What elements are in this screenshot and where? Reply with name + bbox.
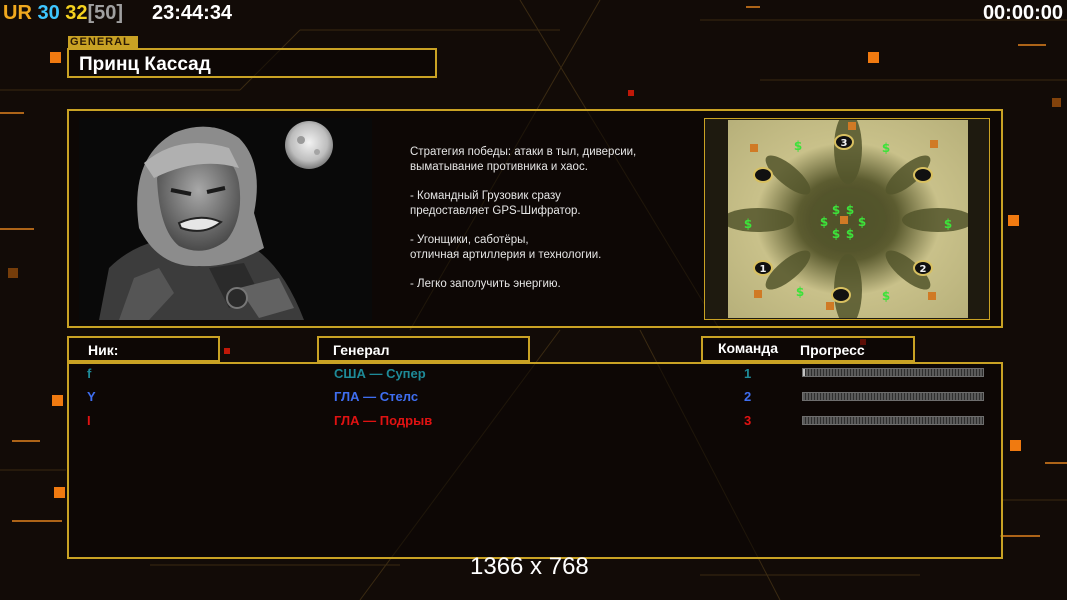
match-timer: 00:00:00	[982, 2, 1063, 24]
svg-text:$: $	[944, 217, 952, 231]
progress-bar	[802, 416, 984, 425]
svg-text:$: $	[882, 141, 890, 155]
player-general: США — Супер	[334, 366, 426, 381]
general-name: Принц Кассад	[79, 54, 211, 75]
nick-header: Ник:	[88, 342, 119, 358]
player-nick: Y	[87, 389, 96, 404]
description-line: - Командный Грузовик сразу предоставляет…	[410, 190, 581, 217]
progress-bar	[802, 368, 984, 377]
nick-header-box: Ник:	[67, 336, 220, 362]
map-start-marker: 3	[841, 138, 848, 149]
general-name-box: Принц Кассад	[67, 48, 437, 78]
general-tag: GENERAL	[68, 36, 138, 48]
svg-text:$: $	[882, 289, 890, 303]
description-line: - Легко заполучить энергию.	[410, 278, 561, 290]
description-line: Стратегия победы: атаки в тыл, диверсии,…	[410, 146, 637, 173]
svg-text:$: $	[744, 217, 752, 231]
svg-text:$: $	[846, 203, 854, 217]
progress-fill	[803, 369, 805, 376]
system-clock: 23:44:34	[152, 2, 233, 24]
fps-value-2: 32	[65, 2, 88, 24]
player-general: ГЛА — Стелс	[334, 389, 419, 404]
fps-counter: UR 30 32[50]	[3, 2, 123, 24]
team-header: Команда	[718, 340, 778, 356]
general-portrait	[79, 118, 372, 320]
player-team: 1	[744, 366, 752, 381]
svg-text:$: $	[832, 227, 840, 241]
progress-bar	[802, 392, 984, 401]
resolution-label: 1366 x 768	[470, 553, 589, 580]
general-description: Стратегия победы: атаки в тыл, диверсии,…	[410, 145, 690, 306]
player-nick: I	[87, 413, 91, 428]
svg-text:$: $	[820, 215, 828, 229]
map-preview[interactable]: 3 1 2 $ $ $ $ $ $ $ $ $ $ $ $	[728, 120, 968, 318]
player-nick: f	[87, 366, 92, 381]
general-header-box: Генерал	[317, 336, 530, 362]
progress-header: Прогресс	[800, 342, 865, 358]
map-start-marker: 2	[920, 264, 927, 275]
svg-text:$: $	[794, 139, 802, 153]
player-team: 3	[744, 413, 752, 428]
svg-text:$: $	[846, 227, 854, 241]
svg-text:$: $	[832, 203, 840, 217]
team-progress-header-box: Команда Прогресс	[701, 336, 915, 362]
player-team: 2	[744, 389, 752, 404]
svg-text:$: $	[858, 215, 866, 229]
svg-text:$: $	[796, 285, 804, 299]
fps-value: 30	[37, 2, 60, 24]
description-line: - Угонщики, саботёры, отличная артиллери…	[410, 234, 602, 261]
ur-label: UR	[3, 2, 32, 24]
map-start-marker: 1	[760, 264, 767, 275]
fps-cap: [50]	[87, 2, 124, 24]
general-header: Генерал	[333, 342, 390, 358]
player-general: ГЛА — Подрыв	[334, 413, 433, 428]
